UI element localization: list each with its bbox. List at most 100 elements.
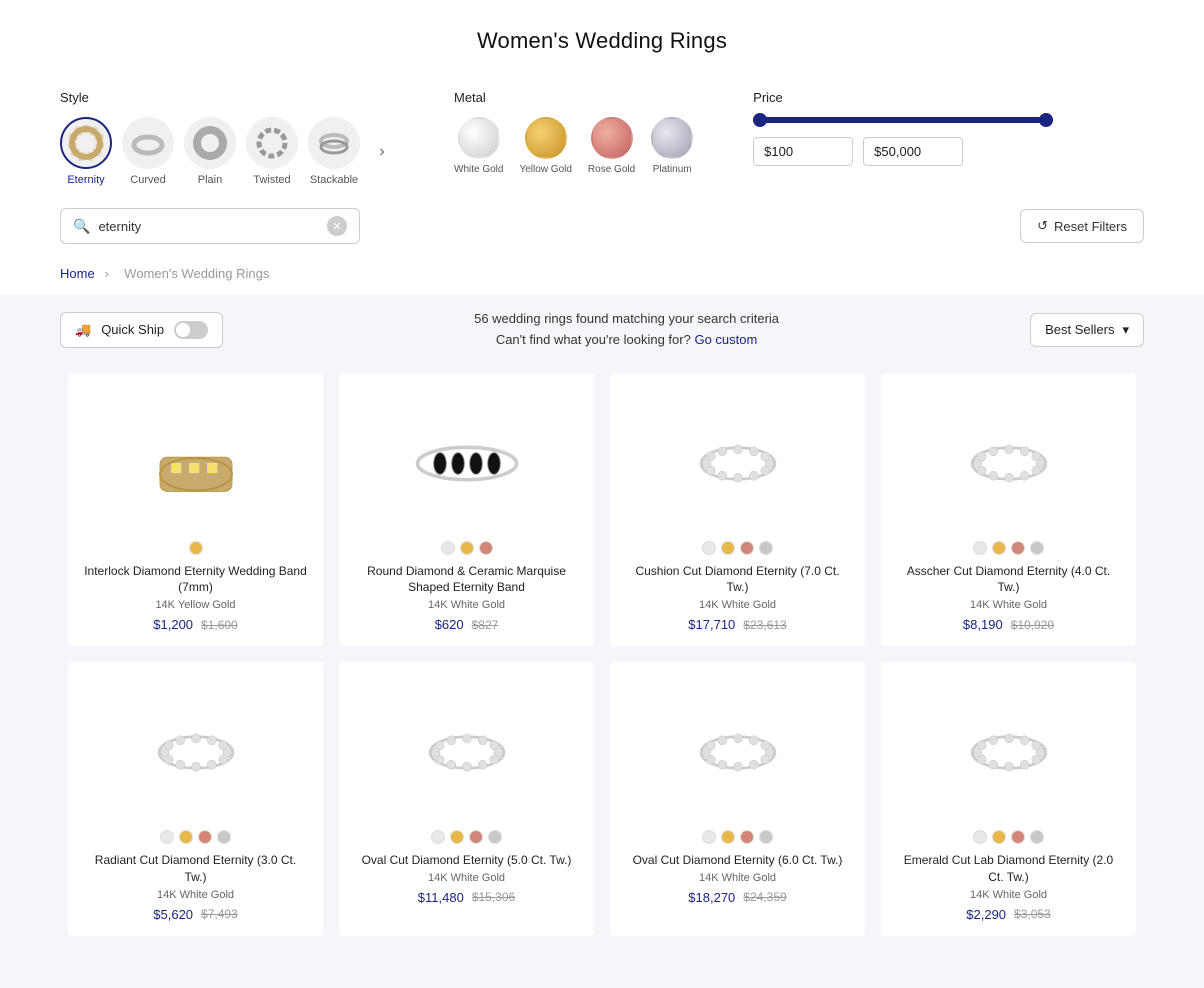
color-swatches [160, 830, 231, 844]
style-label-plain: Plain [198, 174, 222, 186]
product-price: $1,200 $1,600 [153, 617, 237, 632]
product-metal: 14K White Gold [428, 599, 505, 611]
color-swatches [431, 830, 502, 844]
color-swatch [721, 830, 735, 844]
product-card[interactable]: Oval Cut Diamond Eternity (6.0 Ct. Tw.) … [610, 662, 865, 936]
style-item-eternity[interactable]: Eternity [60, 117, 112, 186]
color-swatches [441, 541, 493, 555]
style-ring-twisted [246, 117, 298, 169]
product-name: Emerald Cut Lab Diamond Eternity (2.0 Ct… [897, 852, 1120, 886]
search-input[interactable] [98, 219, 319, 234]
product-card[interactable]: Round Diamond & Ceramic Marquise Shaped … [339, 373, 594, 647]
color-swatch [189, 541, 203, 555]
breadcrumb-home[interactable]: Home [60, 266, 95, 281]
product-price: $18,270 $24,359 [688, 890, 786, 905]
product-image [648, 678, 828, 818]
results-count: 56 wedding rings found matching your sea… [474, 309, 779, 330]
ring-svg [919, 678, 1099, 818]
product-image [106, 389, 286, 529]
metal-filter: Metal White Gold Yellow Gold Rose Gold P… [454, 90, 693, 175]
sale-price: $5,620 [153, 907, 193, 922]
color-swatch [460, 541, 474, 555]
color-swatches [702, 830, 773, 844]
ring-svg [648, 389, 828, 529]
price-min-input[interactable] [753, 137, 853, 166]
product-price: $620 $827 [435, 617, 499, 632]
price-inputs [753, 137, 1053, 166]
color-swatch [702, 830, 716, 844]
metal-white-gold[interactable]: White Gold [454, 117, 503, 175]
original-price: $3,053 [1014, 907, 1051, 921]
color-swatches [973, 830, 1044, 844]
slider-track [753, 117, 1053, 123]
metal-yellow-gold[interactable]: Yellow Gold [519, 117, 571, 175]
ring-svg [919, 389, 1099, 529]
color-swatch [488, 830, 502, 844]
product-card[interactable]: Emerald Cut Lab Diamond Eternity (2.0 Ct… [881, 662, 1136, 936]
style-item-plain[interactable]: Plain [184, 117, 236, 186]
style-item-twisted[interactable]: Twisted [246, 117, 298, 186]
go-custom-link[interactable]: Go custom [694, 332, 757, 347]
product-image [919, 389, 1099, 529]
product-card[interactable]: Oval Cut Diamond Eternity (5.0 Ct. Tw.) … [339, 662, 594, 936]
metal-platinum[interactable]: Platinum [651, 117, 693, 175]
original-price: $1,600 [201, 618, 238, 632]
product-price: $5,620 $7,493 [153, 907, 237, 922]
price-filter: Price [753, 90, 1053, 166]
product-metal: 14K White Gold [699, 599, 776, 611]
color-swatch [160, 830, 174, 844]
white-gold-swatch [458, 117, 500, 159]
quick-ship-toggle[interactable]: 🚚 Quick Ship [60, 312, 223, 348]
style-item-curved[interactable]: Curved [122, 117, 174, 186]
sale-price: $2,290 [966, 907, 1006, 922]
product-metal: 14K White Gold [699, 872, 776, 884]
results-bar: 🚚 Quick Ship 56 wedding rings found matc… [0, 295, 1204, 365]
price-range-slider[interactable] [753, 117, 1053, 123]
sale-price: $8,190 [963, 617, 1003, 632]
product-metal: 14K White Gold [970, 599, 1047, 611]
color-swatch [973, 541, 987, 555]
page-header: Women's Wedding Rings [0, 0, 1204, 72]
page-title: Women's Wedding Rings [0, 28, 1204, 54]
product-card[interactable]: Asscher Cut Diamond Eternity (4.0 Ct. Tw… [881, 373, 1136, 647]
reset-icon: ↺ [1037, 218, 1048, 234]
color-swatch [721, 541, 735, 555]
style-label-curved: Curved [130, 174, 165, 186]
color-swatch [450, 830, 464, 844]
breadcrumb: Home › Women's Wedding Rings [0, 256, 1204, 295]
rose-gold-label: Rose Gold [588, 164, 635, 175]
product-metal: 14K White Gold [970, 889, 1047, 901]
quick-ship-switch[interactable] [174, 321, 208, 339]
slider-thumb-max[interactable] [1039, 113, 1053, 127]
clear-search-button[interactable]: ✕ [327, 216, 347, 236]
metal-rose-gold[interactable]: Rose Gold [588, 117, 635, 175]
price-max-input[interactable] [863, 137, 963, 166]
breadcrumb-separator: › [104, 266, 108, 281]
toggle-dot [176, 323, 190, 337]
style-filter: Style Eternity [60, 90, 394, 186]
style-chevron-icon[interactable]: › [370, 140, 394, 164]
original-price: $10,920 [1011, 618, 1054, 632]
style-item-stackable[interactable]: Stackable [308, 117, 360, 186]
color-swatch [179, 830, 193, 844]
metal-filter-label: Metal [454, 90, 693, 105]
style-label-eternity: Eternity [67, 174, 104, 186]
color-swatches [973, 541, 1044, 555]
color-swatch [702, 541, 716, 555]
products-grid: Interlock Diamond Eternity Wedding Band … [0, 365, 1204, 974]
product-card[interactable]: Radiant Cut Diamond Eternity (3.0 Ct. Tw… [68, 662, 323, 936]
sale-price: $620 [435, 617, 464, 632]
sort-button[interactable]: Best Sellers ▾ [1030, 313, 1144, 347]
product-card[interactable]: Cushion Cut Diamond Eternity (7.0 Ct. Tw… [610, 373, 865, 647]
color-swatch [973, 830, 987, 844]
product-name: Round Diamond & Ceramic Marquise Shaped … [355, 563, 578, 597]
white-gold-label: White Gold [454, 164, 503, 175]
color-swatch [759, 830, 773, 844]
reset-label: Reset Filters [1054, 219, 1127, 234]
color-swatch [217, 830, 231, 844]
product-card[interactable]: Interlock Diamond Eternity Wedding Band … [68, 373, 323, 647]
color-swatch [1030, 830, 1044, 844]
product-image [377, 678, 557, 818]
slider-thumb-min[interactable] [753, 113, 767, 127]
reset-filters-button[interactable]: ↺ Reset Filters [1020, 209, 1144, 243]
